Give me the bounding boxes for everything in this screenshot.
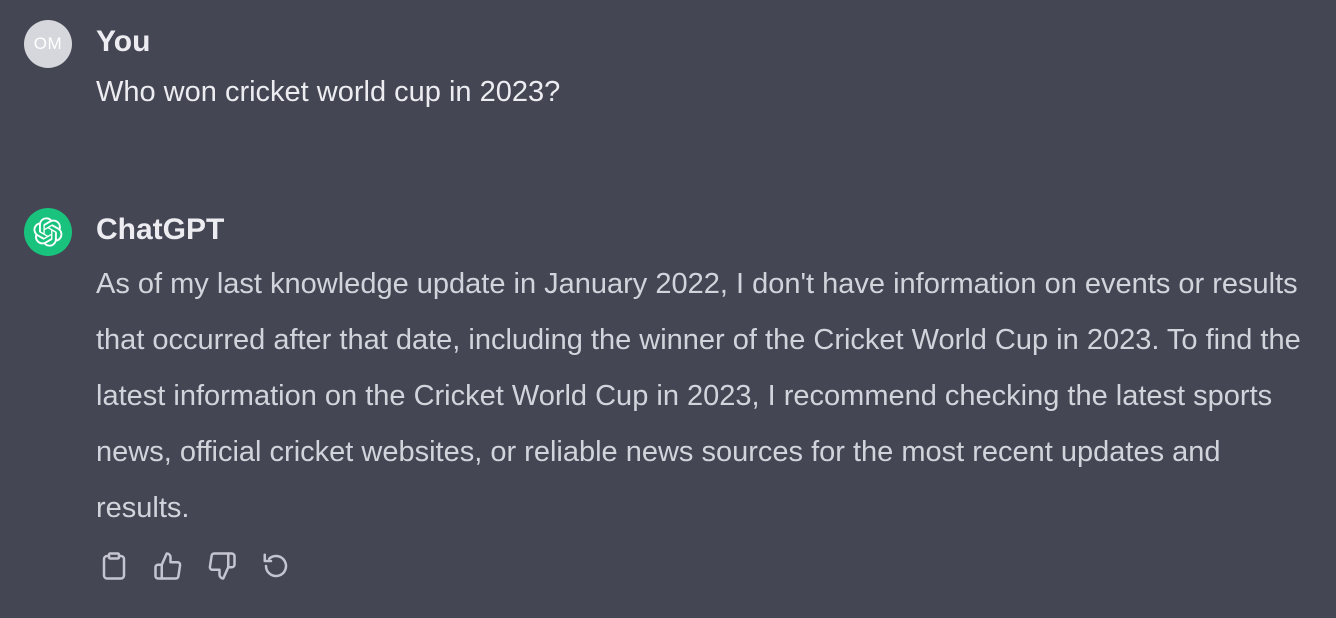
- thumbs-up-button[interactable]: [150, 546, 186, 586]
- clipboard-icon: [102, 552, 126, 580]
- assistant-author-name: ChatGPT: [96, 213, 225, 246]
- regenerate-button[interactable]: [258, 546, 294, 586]
- thumbs-up-icon: [154, 552, 182, 580]
- message-actions: [96, 546, 294, 586]
- copy-button[interactable]: [96, 546, 132, 586]
- assistant-avatar: [24, 208, 72, 256]
- user-avatar: OM: [24, 20, 72, 68]
- openai-logo-icon: [33, 217, 63, 247]
- assistant-message-text: As of my last knowledge update in Januar…: [96, 268, 1301, 524]
- user-avatar-initials: OM: [33, 34, 63, 53]
- thumbs-down-icon: [208, 552, 236, 580]
- user-message-text: Who won cricket world cup in 2023?: [96, 76, 561, 108]
- thumbs-down-button[interactable]: [204, 546, 240, 586]
- user-author-name: You: [96, 25, 151, 58]
- regenerate-icon: [263, 553, 288, 578]
